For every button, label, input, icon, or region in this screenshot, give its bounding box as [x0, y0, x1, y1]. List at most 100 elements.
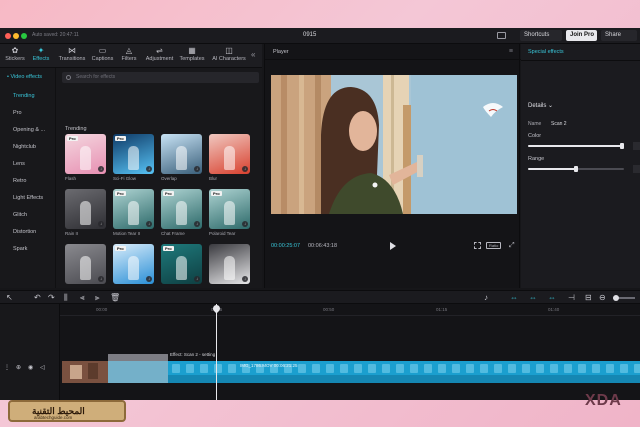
effect-region[interactable] — [108, 354, 168, 383]
audio-icon[interactable]: ◁ — [40, 363, 45, 373]
split-left-icon[interactable]: ⫷ — [80, 293, 85, 303]
video-preview[interactable] — [271, 75, 517, 214]
fit-frame-icon[interactable] — [474, 242, 481, 249]
preview-axis-icon[interactable]: ⊟ — [585, 293, 592, 303]
clip-frame — [368, 364, 376, 373]
magnet-icon[interactable]: ⇔ — [529, 293, 537, 303]
play-button[interactable] — [390, 242, 396, 250]
tool-templates[interactable]: ▦ Templates — [177, 46, 207, 66]
effect-thumbnail[interactable]: ↓ — [65, 189, 106, 229]
effect-thumbnail[interactable]: Pro ↓ — [113, 244, 154, 284]
range-slider-fill — [528, 168, 576, 170]
tool-ai-characters[interactable]: ◫ AI Characters — [209, 46, 249, 66]
tool-stickers[interactable]: ✿ Stickers — [4, 46, 26, 66]
select-tool-icon[interactable]: ↖ — [6, 293, 13, 303]
clip-frame — [228, 364, 236, 373]
category-glitch[interactable]: Glitch — [13, 212, 27, 218]
zoom-out-icon[interactable]: ⊖ — [599, 293, 606, 303]
color-label: Color — [528, 133, 542, 139]
snap-icon[interactable]: ⇔ — [548, 293, 556, 303]
download-icon[interactable]: ↓ — [146, 276, 152, 282]
menu-icon[interactable]: ≡ — [509, 48, 513, 55]
join-pro-button[interactable]: Join Pro — [566, 30, 597, 41]
color-slider[interactable] — [528, 143, 624, 149]
tool-captions[interactable]: ▭ Captions — [89, 46, 116, 66]
effect-thumbnail[interactable]: Pro ↓ — [113, 134, 154, 174]
clip-frame — [494, 364, 502, 373]
effect-thumbnail[interactable]: ↓ — [209, 134, 250, 174]
split-icon[interactable]: ⫼ — [64, 293, 68, 303]
tool-filters[interactable]: ◬ Filters — [118, 46, 140, 66]
details-header[interactable]: Details ⌄ — [528, 102, 553, 109]
download-icon[interactable]: ↓ — [98, 166, 104, 172]
download-icon[interactable]: ↓ — [242, 166, 248, 172]
duration-timecode: 00:06:43:18 — [308, 243, 338, 249]
undo-icon[interactable]: ↶ — [34, 293, 41, 303]
category-retro[interactable]: Retro — [13, 178, 26, 184]
range-slider-handle[interactable] — [574, 166, 578, 172]
zoom-slider-handle[interactable] — [613, 295, 619, 301]
link-icon[interactable]: ⇔ — [510, 293, 518, 303]
effect-thumbnail[interactable]: Pro ↓ — [113, 189, 154, 229]
tool-label: Stickers — [5, 56, 25, 62]
sticker-icon: ✿ — [11, 46, 19, 55]
effect-thumbnail[interactable]: ↓ — [209, 244, 250, 284]
lock-icon[interactable]: ⊕ — [16, 363, 21, 373]
effects-search-input[interactable]: Search for effects — [62, 72, 259, 83]
download-icon[interactable]: ↓ — [194, 221, 200, 227]
download-icon[interactable]: ↓ — [98, 221, 104, 227]
download-icon[interactable]: ↓ — [242, 276, 248, 282]
clip-frame — [438, 364, 446, 373]
video-clip-label: IMG_1786.MOV 00:06:21:25 — [240, 363, 298, 368]
download-icon[interactable]: ↓ — [242, 221, 248, 227]
effect-thumbnail[interactable]: Pro ↓ — [161, 244, 202, 284]
visibility-icon[interactable]: ◉ — [28, 363, 33, 373]
range-label: Range — [528, 156, 545, 162]
range-slider[interactable] — [528, 166, 624, 172]
ratio-button[interactable]: Ratio — [486, 242, 502, 249]
category-spark[interactable]: Spark — [13, 246, 27, 252]
maximize-window-button[interactable] — [21, 33, 27, 39]
tool-adjustment[interactable]: ⇌ Adjustment — [143, 46, 176, 66]
track-menu-icon[interactable]: ⋮ — [4, 363, 10, 373]
align-icon[interactable]: ⊣ — [568, 293, 575, 303]
effect-thumbnail[interactable]: ↓ — [161, 134, 202, 174]
tool-transitions[interactable]: ⋈ Transitions — [56, 46, 88, 66]
effect-thumbnail[interactable]: Pro ↓ — [209, 189, 250, 229]
video-effects-header[interactable]: • Video effects — [4, 72, 54, 83]
minimize-window-button[interactable] — [13, 33, 19, 39]
category-lens[interactable]: Lens — [13, 161, 25, 167]
color-value-field[interactable] — [633, 142, 640, 150]
category-distortion[interactable]: Distortion — [13, 229, 36, 235]
color-slider-handle[interactable] — [620, 143, 624, 149]
playhead[interactable] — [216, 304, 217, 400]
split-right-icon[interactable]: ⫸ — [95, 293, 100, 303]
download-icon[interactable]: ↓ — [146, 221, 152, 227]
effect-thumbnail[interactable]: Pro ↓ — [161, 189, 202, 229]
effect-thumbnail[interactable]: ↓ — [65, 244, 106, 284]
redo-icon[interactable]: ↷ — [48, 293, 55, 303]
download-icon[interactable]: ↓ — [98, 276, 104, 282]
layout-icon[interactable] — [497, 32, 506, 39]
range-value-field[interactable] — [633, 165, 640, 173]
category-trending[interactable]: Trending — [13, 93, 35, 99]
collapse-panel-icon[interactable]: « — [251, 50, 255, 59]
category-nightclub[interactable]: Nightclub — [13, 144, 36, 150]
share-button[interactable]: Share — [601, 30, 637, 41]
download-icon[interactable]: ↓ — [194, 276, 200, 282]
category-opening[interactable]: Opening & ... — [13, 127, 45, 133]
download-icon[interactable]: ↓ — [194, 166, 200, 172]
clip-frame — [312, 364, 320, 373]
fullscreen-icon[interactable]: ⤢ — [509, 242, 515, 249]
microphone-icon[interactable]: ♪ — [484, 293, 488, 303]
shortcuts-button[interactable]: Shortcuts — [520, 30, 562, 41]
captions-icon: ▭ — [98, 46, 107, 55]
tool-effects[interactable]: ✦ Effects — [30, 46, 52, 66]
category-pro[interactable]: Pro — [13, 110, 22, 116]
category-light-effects[interactable]: Light Effects — [13, 195, 43, 201]
close-window-button[interactable] — [5, 33, 11, 39]
delete-icon[interactable]: 🗑 — [110, 293, 120, 303]
download-icon[interactable]: ↓ — [146, 166, 152, 172]
tab-special-effects[interactable]: Special effects — [528, 49, 564, 55]
effect-thumbnail[interactable]: Pro ↓ — [65, 134, 106, 174]
